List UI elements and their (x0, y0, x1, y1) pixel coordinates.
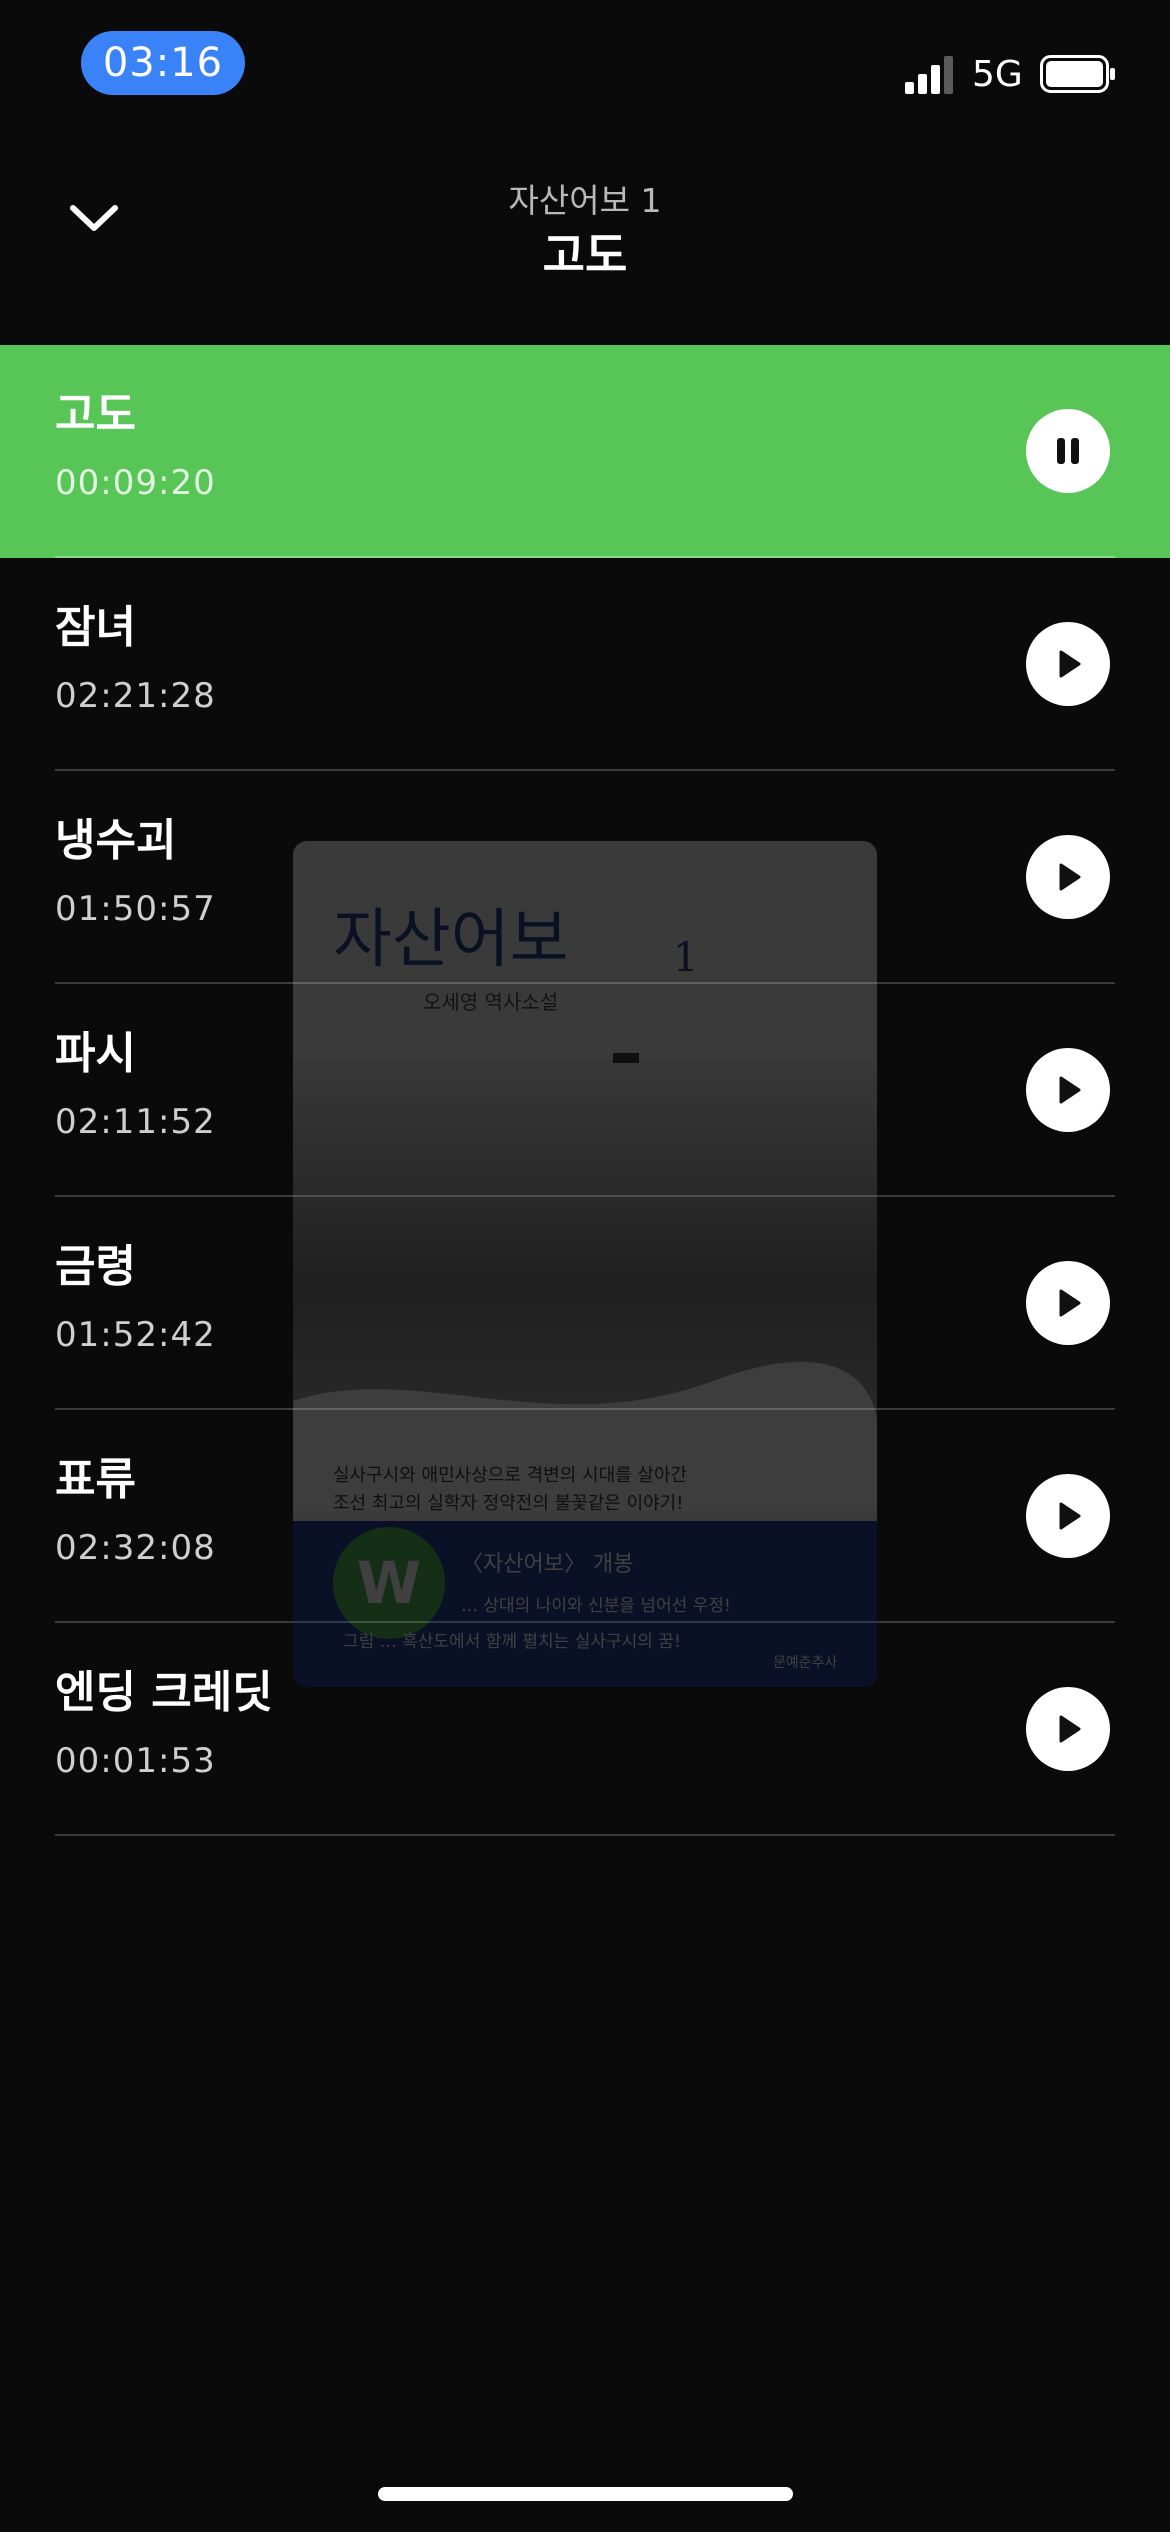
chapter-row[interactable]: 금령 01:52:42 (0, 1197, 1170, 1410)
play-button[interactable] (1026, 1261, 1110, 1345)
battery-icon (1040, 55, 1115, 93)
chapter-title: 파시 (55, 1028, 136, 1079)
play-icon (1059, 1502, 1081, 1530)
signal-icon (905, 56, 953, 94)
chapter-duration: 02:21:28 (55, 676, 216, 716)
chapter-row[interactable]: 파시 02:11:52 (0, 984, 1170, 1197)
chapter-title: 고도 (55, 389, 136, 440)
pause-icon (1057, 438, 1079, 464)
status-bar: 03:16 5G (0, 0, 1170, 130)
row-divider (55, 1834, 1115, 1836)
pause-button[interactable] (1026, 409, 1110, 493)
play-button[interactable] (1026, 1048, 1110, 1132)
chapter-title: 냉수괴 (55, 815, 177, 866)
header: 자산어보 1 고도 (200, 178, 970, 286)
play-button[interactable] (1026, 1687, 1110, 1771)
chapter-duration: 02:32:08 (55, 1528, 216, 1568)
chapter-row[interactable]: 잠녀 02:21:28 (0, 558, 1170, 771)
chapter-duration: 01:50:57 (55, 889, 216, 929)
chapter-duration: 00:01:53 (55, 1741, 216, 1781)
chapter-list: 고도 00:09:20 잠녀 02:21:28 냉수괴 01:50:57 파시 … (0, 345, 1170, 1836)
collapse-button[interactable] (56, 186, 132, 250)
play-icon (1059, 863, 1081, 891)
chapter-duration: 01:52:42 (55, 1315, 216, 1355)
play-button[interactable] (1026, 1474, 1110, 1558)
header-subtitle: 자산어보 1 (508, 181, 662, 220)
network-label: 5G (972, 54, 1023, 95)
chapter-title: 표류 (55, 1454, 136, 1505)
play-button[interactable] (1026, 835, 1110, 919)
chapter-row[interactable]: 냉수괴 01:50:57 (0, 771, 1170, 984)
chapter-duration: 00:09:20 (55, 463, 216, 503)
play-icon (1059, 650, 1081, 678)
play-icon (1059, 1715, 1081, 1743)
chapter-title: 잠녀 (55, 602, 136, 653)
chapter-title: 엔딩 크레딧 (55, 1667, 273, 1718)
chapter-row[interactable]: 표류 02:32:08 (0, 1410, 1170, 1623)
play-icon (1059, 1289, 1081, 1317)
chapter-title: 금령 (55, 1241, 136, 1292)
header-title: 고도 (542, 228, 628, 282)
chapter-row-playing[interactable]: 고도 00:09:20 (0, 345, 1170, 558)
chevron-down-icon (70, 205, 118, 231)
play-button[interactable] (1026, 622, 1110, 706)
status-time: 03:16 (81, 31, 245, 95)
play-icon (1059, 1076, 1081, 1104)
chapter-row[interactable]: 엔딩 크레딧 00:01:53 (0, 1623, 1170, 1836)
chapter-duration: 02:11:52 (55, 1102, 216, 1142)
home-indicator[interactable] (378, 2487, 793, 2501)
